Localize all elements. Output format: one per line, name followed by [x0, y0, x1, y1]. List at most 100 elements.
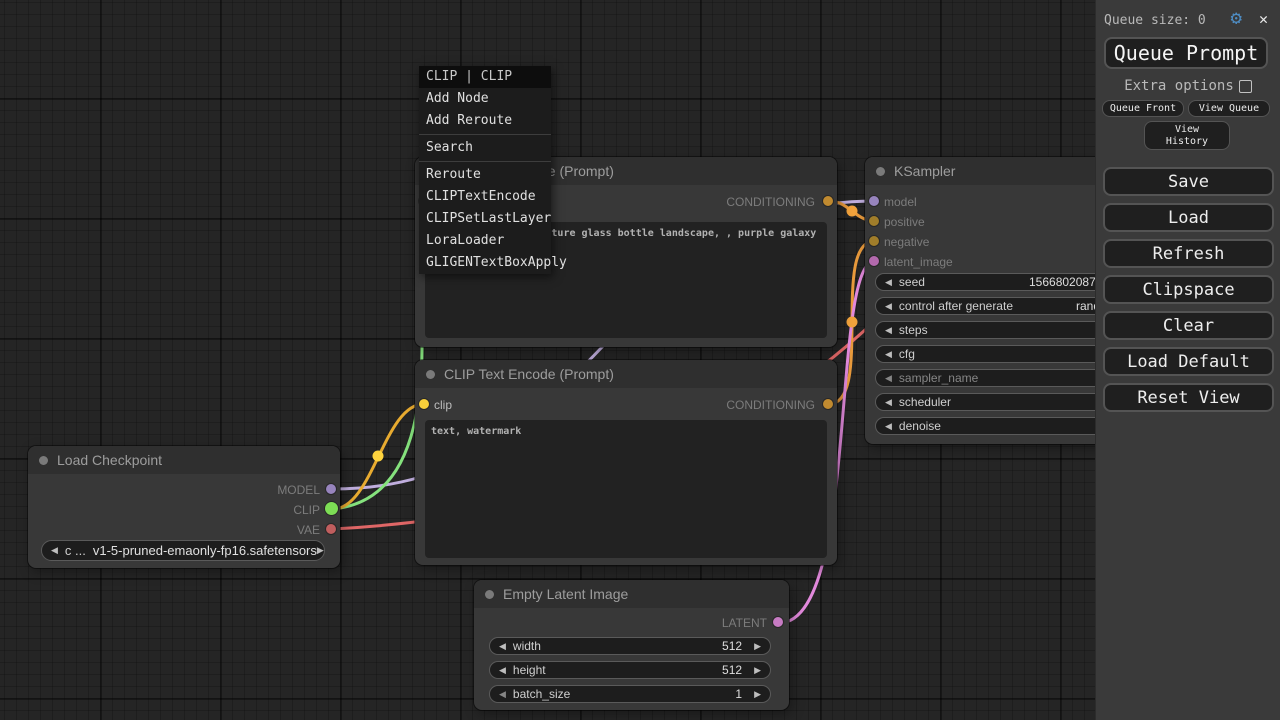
decrement-arrow-icon[interactable]: ◀	[885, 421, 892, 432]
widget-width[interactable]: ◀ width 512 ▶	[489, 637, 771, 655]
widget-label: height	[513, 663, 546, 677]
link-midpoint-dot[interactable]	[373, 451, 384, 462]
decrement-arrow-icon[interactable]: ◀	[499, 665, 506, 676]
node-load-checkpoint[interactable]: Load Checkpoint MODEL CLIP VAE ◀ c ... v…	[28, 446, 340, 568]
input-label-model: model	[884, 195, 917, 209]
increment-arrow-icon[interactable]: ▶	[754, 665, 761, 676]
context-menu: CLIP | CLIP Add Node Add Reroute Search …	[419, 66, 551, 274]
widget-label: sampler_name	[899, 371, 978, 385]
node-empty-latent-image[interactable]: Empty Latent Image LATENT ◀ width 512 ▶ …	[474, 580, 789, 710]
context-menu-title: CLIP | CLIP	[419, 66, 551, 88]
view-history-line2: History	[1166, 136, 1208, 148]
menu-item-search[interactable]: Search	[419, 137, 551, 159]
load-default-button[interactable]: Load Default	[1103, 347, 1274, 376]
output-label-clip: CLIP	[293, 503, 320, 517]
node-title-bar[interactable]: Load Checkpoint	[28, 446, 340, 474]
input-label-negative: negative	[884, 235, 929, 249]
widget-label: width	[513, 639, 541, 653]
node-title: Empty Latent Image	[503, 586, 628, 602]
view-queue-button[interactable]: View Queue	[1188, 100, 1270, 117]
prompt-text-area[interactable]: text, watermark	[425, 420, 827, 558]
widget-label: cfg	[899, 347, 915, 361]
wire-clip-green-link	[333, 201, 424, 509]
input-label-positive: positive	[884, 215, 925, 229]
close-icon[interactable]: ✕	[1259, 10, 1268, 28]
widget-value: 1	[735, 687, 742, 701]
menu-item-add-reroute[interactable]: Add Reroute	[419, 110, 551, 132]
reset-view-button[interactable]: Reset View	[1103, 383, 1274, 412]
prev-option-arrow-icon[interactable]: ◀	[51, 545, 58, 556]
output-slot-conditioning[interactable]	[823, 399, 833, 409]
queue-sidebar: Queue size: 0 ⚙ ✕ Queue Prompt Extra opt…	[1095, 0, 1280, 720]
widget-label: steps	[899, 323, 928, 337]
decrement-arrow-icon[interactable]: ◀	[885, 301, 892, 312]
widget-value: 512	[722, 639, 742, 653]
input-slot-positive[interactable]	[869, 216, 879, 226]
menu-item-loraloader[interactable]: LoraLoader	[419, 230, 551, 252]
link-midpoint-dot[interactable]	[847, 206, 858, 217]
menu-item-add-node[interactable]: Add Node	[419, 88, 551, 110]
input-slot-negative[interactable]	[869, 236, 879, 246]
menu-item-reroute[interactable]: Reroute	[419, 164, 551, 186]
collapse-dot-icon[interactable]	[485, 590, 494, 599]
collapse-dot-icon[interactable]	[39, 456, 48, 465]
collapse-dot-icon[interactable]	[876, 167, 885, 176]
node-title-bar[interactable]: CLIP Text Encode (Prompt)	[415, 360, 837, 388]
widget-label: control after generate	[899, 299, 1013, 313]
view-history-line1: View	[1175, 124, 1199, 136]
queue-front-button[interactable]: Queue Front	[1102, 100, 1184, 117]
input-slot-model[interactable]	[869, 196, 879, 206]
input-slot-latent-image[interactable]	[869, 256, 879, 266]
clear-button[interactable]: Clear	[1103, 311, 1274, 340]
menu-item-gligentextboxapply[interactable]: GLIGENTextBoxApply	[419, 252, 551, 274]
increment-arrow-icon[interactable]: ▶	[754, 689, 761, 700]
collapse-dot-icon[interactable]	[426, 370, 435, 379]
link-midpoint-dot[interactable]	[847, 317, 858, 328]
output-label-conditioning: CONDITIONING	[726, 398, 815, 412]
increment-arrow-icon[interactable]: ▶	[754, 641, 761, 652]
clipspace-button[interactable]: Clipspace	[1103, 275, 1274, 304]
widget-height[interactable]: ◀ height 512 ▶	[489, 661, 771, 679]
widget-label: c ...	[65, 543, 86, 558]
decrement-arrow-icon[interactable]: ◀	[885, 397, 892, 408]
menu-item-clipsetlastlayer[interactable]: CLIPSetLastLayer	[419, 208, 551, 230]
decrement-arrow-icon[interactable]: ◀	[499, 641, 506, 652]
menu-separator	[419, 161, 551, 162]
refresh-button[interactable]: Refresh	[1103, 239, 1274, 268]
output-label-conditioning: CONDITIONING	[726, 195, 815, 209]
node-title-bar[interactable]: Empty Latent Image	[474, 580, 789, 608]
save-button[interactable]: Save	[1103, 167, 1274, 196]
output-slot-conditioning[interactable]	[823, 196, 833, 206]
input-slot-clip[interactable]	[419, 399, 429, 409]
decrement-arrow-icon[interactable]: ◀	[885, 325, 892, 336]
widget-label: seed	[899, 275, 925, 289]
output-slot-model[interactable]	[326, 484, 336, 494]
widget-ckpt-name[interactable]: ◀ c ... v1-5-pruned-emaonly-fp16.safeten…	[41, 540, 325, 561]
decrement-arrow-icon[interactable]: ◀	[885, 349, 892, 360]
output-slot-vae[interactable]	[326, 524, 336, 534]
node-graph-canvas[interactable]: CLIP Text Encode (Prompt) clip CONDITION…	[0, 0, 1280, 720]
load-button[interactable]: Load	[1103, 203, 1274, 232]
node-clip-text-encode-2[interactable]: CLIP Text Encode (Prompt) clip CONDITION…	[415, 360, 837, 565]
node-title: CLIP Text Encode (Prompt)	[444, 366, 614, 382]
widget-label: denoise	[899, 419, 941, 433]
widget-value: 1566802087	[1029, 275, 1096, 289]
input-label-latent-image: latent_image	[884, 255, 953, 269]
queue-prompt-button[interactable]: Queue Prompt	[1104, 37, 1268, 69]
sidebar-button-stack: Save Load Refresh Clipspace Clear Load D…	[1103, 167, 1274, 419]
decrement-arrow-icon[interactable]: ◀	[885, 373, 892, 384]
decrement-arrow-icon[interactable]: ◀	[499, 689, 506, 700]
widget-batch-size[interactable]: ◀ batch_size 1 ▶	[489, 685, 771, 703]
output-slot-clip[interactable]	[325, 502, 338, 515]
view-history-button[interactable]: View History	[1144, 121, 1230, 150]
menu-item-cliptextencode[interactable]: CLIPTextEncode	[419, 186, 551, 208]
output-slot-latent[interactable]	[773, 617, 783, 627]
extra-options-checkbox[interactable]	[1239, 80, 1252, 93]
settings-gear-icon[interactable]: ⚙	[1231, 7, 1242, 29]
widget-value: v1-5-pruned-emaonly-fp16.safetensors	[93, 543, 317, 558]
output-label-model: MODEL	[277, 483, 320, 497]
decrement-arrow-icon[interactable]: ◀	[885, 277, 892, 288]
input-label-clip: clip	[434, 398, 452, 412]
extra-options-row: Extra options	[1096, 78, 1280, 94]
next-option-arrow-icon[interactable]: ▶	[317, 545, 324, 556]
